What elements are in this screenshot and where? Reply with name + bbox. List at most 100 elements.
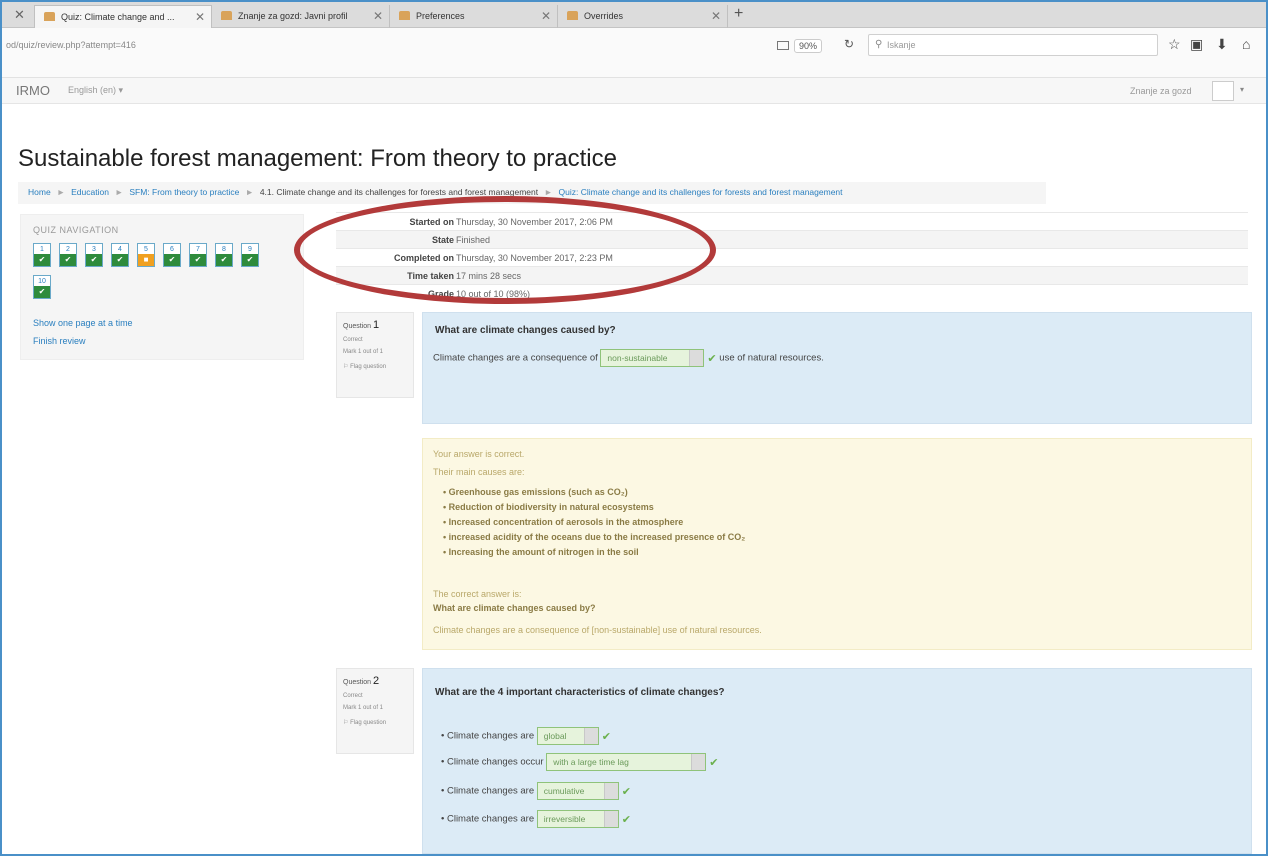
quiz-nav-question-button[interactable]: 3 ✔ (85, 243, 103, 267)
quiz-nav-question-button[interactable]: 8 ✔ (215, 243, 233, 267)
breadcrumb-education[interactable]: Education (71, 187, 109, 197)
tab-overrides[interactable]: Overrides ✕ (558, 5, 728, 28)
correct-answer-label: The correct answer is: (433, 589, 522, 599)
address-bar: od/quiz/review.php?attempt=416 90% ↻ ⚲ I… (2, 28, 1266, 78)
show-one-page-link[interactable]: Show one page at a time (33, 318, 133, 328)
reload-icon[interactable]: ↻ (844, 37, 854, 51)
summary-label: State (431, 235, 454, 245)
quiz-nav-question-button[interactable]: 6 ✔ (163, 243, 181, 267)
answer-prefix: Climate changes are (446, 730, 535, 742)
question-mark: Mark 1 out of 1 (343, 705, 384, 711)
answer-select[interactable]: global (536, 727, 599, 745)
user-name[interactable]: Znanje za gozd (1130, 86, 1192, 96)
library-icon[interactable]: ▣ (1190, 36, 1203, 53)
breadcrumb-section[interactable]: 4.1. Climate change and its challenges f… (260, 187, 538, 197)
breadcrumb-separator-icon: ► (544, 187, 553, 197)
check-icon: ✔ (34, 254, 50, 266)
close-icon[interactable]: ✕ (711, 9, 721, 23)
check-icon: ✔ (216, 254, 232, 266)
flag-question-button[interactable]: ⚐ Flag question (343, 363, 407, 370)
search-placeholder: Iskanje (887, 40, 916, 50)
question-number-label: Question 1 (343, 319, 380, 331)
close-icon[interactable]: ✕ (541, 9, 551, 23)
answer-select[interactable]: cumulative (536, 782, 619, 800)
partial-icon: ■ (138, 254, 154, 266)
answer-select[interactable]: irreversible (536, 810, 619, 828)
site-brand[interactable]: IRMO (16, 83, 50, 98)
breadcrumb-separator-icon: ► (245, 187, 254, 197)
check-icon: ✔ (621, 813, 631, 826)
home-icon[interactable]: ⌂ (1242, 36, 1250, 52)
browser-window: ✕ Quiz: Climate change and ... ✕ Znanje … (0, 0, 1268, 856)
quiz-nav-question-button[interactable]: 7 ✔ (189, 243, 207, 267)
new-tab-icon[interactable]: + (734, 5, 743, 23)
close-icon[interactable]: ✕ (195, 10, 205, 24)
tab-preferences[interactable]: Preferences ✕ (390, 5, 558, 28)
moodle-favicon-icon (44, 12, 55, 21)
answer-select[interactable]: with a large time lag (546, 753, 707, 771)
check-icon: ✔ (707, 352, 717, 365)
attempt-summary-table: Started on Thursday, 30 November 2017, 2… (336, 212, 1248, 302)
search-input[interactable]: ⚲ Iskanje (868, 34, 1158, 56)
question-feedback: Your answer is correct. Their main cause… (422, 438, 1252, 650)
breadcrumb-quiz[interactable]: Quiz: Climate change and its challenges … (559, 187, 843, 197)
summary-row: State Finished (336, 230, 1248, 248)
flag-question-button[interactable]: ⚐ Flag question (343, 719, 407, 726)
quiz-nav-question-button[interactable]: 5 ■ (137, 243, 155, 267)
feedback-cause-item: • Increasing the amount of nitrogen in t… (443, 547, 639, 557)
summary-label: Grade (427, 289, 454, 299)
chevron-down-icon (689, 350, 704, 366)
question-answer-line: • Climate changes occur with a large tim… (441, 753, 718, 771)
question-mark: Mark 1 out of 1 (343, 349, 384, 355)
chevron-down-icon (691, 754, 706, 770)
answer-select[interactable]: non-sustainable (600, 349, 705, 367)
quiz-nav-question-button[interactable]: 10 ✔ (33, 275, 51, 299)
zoom-level[interactable]: 90% (794, 39, 823, 53)
question-content: What are climate changes caused by? Clim… (422, 312, 1252, 424)
tab-quiz[interactable]: Quiz: Climate change and ... ✕ (34, 5, 212, 28)
quiz-nav-question-button[interactable]: 1 ✔ (33, 243, 51, 267)
download-icon[interactable]: ⬇ (1216, 36, 1228, 53)
breadcrumb-home[interactable]: Home (28, 187, 51, 197)
feedback-cause-item: • Greenhouse gas emissions (such as CO₂) (443, 487, 628, 497)
finish-review-link[interactable]: Finish review (33, 336, 86, 346)
moodle-favicon-icon (399, 11, 410, 20)
question-status: Correct (343, 337, 363, 343)
quiz-nav-question-button[interactable]: 4 ✔ (111, 243, 129, 267)
site-navbar: IRMO English (en) ▾ Znanje za gozd ▾ (2, 78, 1266, 104)
language-menu[interactable]: English (en) ▾ (68, 85, 123, 96)
moodle-favicon-icon (567, 11, 578, 20)
question-answer-line: • Climate changes are irreversible ✔ (441, 810, 631, 828)
summary-value: Thursday, 30 November 2017, 2:23 PM (456, 253, 613, 263)
chevron-down-icon[interactable]: ▾ (1240, 85, 1244, 94)
url-field[interactable]: od/quiz/review.php?attempt=416 (6, 40, 786, 50)
check-icon: ✔ (601, 730, 611, 743)
moodle-favicon-icon (221, 11, 232, 20)
chevron-down-icon (603, 783, 618, 799)
quiz-nav-question-button[interactable]: 9 ✔ (241, 243, 259, 267)
breadcrumb: Home ► Education ► SFM: From theory to pract… (18, 182, 1046, 204)
check-icon: ✔ (621, 785, 631, 798)
question-text: What are climate changes caused by? (435, 325, 616, 336)
check-icon: ✔ (242, 254, 258, 266)
close-icon[interactable]: ✕ (373, 9, 383, 23)
bookmark-star-icon[interactable]: ☆ (1168, 36, 1181, 53)
tab-label: Quiz: Climate change and ... (61, 12, 175, 22)
avatar[interactable] (1212, 81, 1234, 101)
tab-profile[interactable]: Znanje za gozd: Javni profil ✕ (212, 5, 390, 28)
check-icon: ✔ (60, 254, 76, 266)
question-content: What are the 4 important characteristics… (422, 668, 1252, 854)
question-info: Question 2 Correct Mark 1 out of 1 ⚐ Fla… (336, 668, 414, 754)
quiz-nav-question-button[interactable]: 2 ✔ (59, 243, 77, 267)
quiz-navigation-block: QUIZ NAVIGATION 1 ✔ 2 ✔ 3 ✔ 4 ✔ 5 ■ 6 ✔ … (20, 214, 304, 360)
correct-answer-question: What are climate changes caused by? (433, 603, 596, 613)
summary-label: Started on (409, 217, 454, 227)
close-icon[interactable]: ✕ (14, 7, 25, 23)
summary-label: Time taken (407, 271, 454, 281)
breadcrumb-course[interactable]: SFM: From theory to practice (129, 187, 239, 197)
question-answer-line: Climate changes are a consequence of non… (433, 349, 824, 367)
tab-label: Overrides (584, 11, 624, 21)
reader-view-icon[interactable] (777, 41, 789, 50)
flag-icon: ⚐ (343, 720, 349, 726)
summary-value: Thursday, 30 November 2017, 2:06 PM (456, 217, 613, 227)
